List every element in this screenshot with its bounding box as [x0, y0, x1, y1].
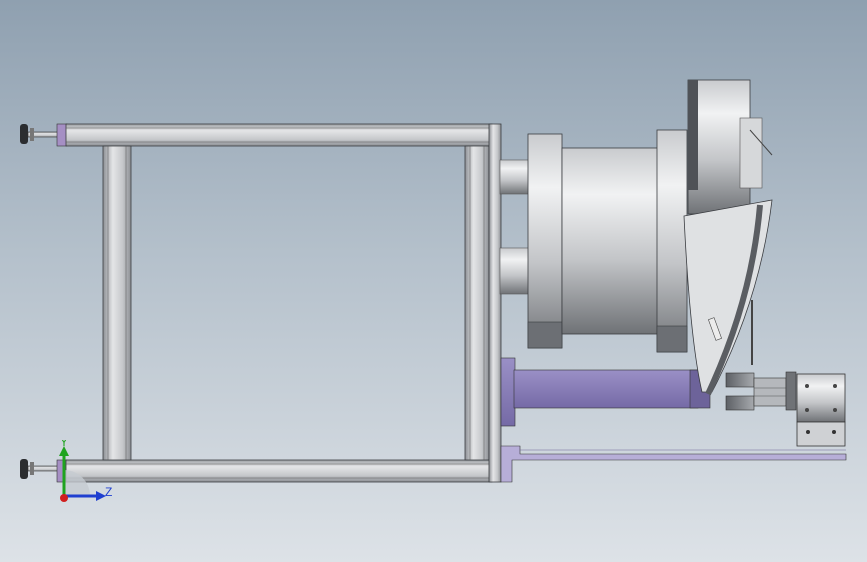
frame-mount-plate	[488, 123, 502, 483]
drum-rear-flange	[656, 129, 688, 353]
coordinate-triad: Y Z	[59, 440, 112, 502]
assembly-model[interactable]	[0, 0, 867, 562]
frame-bottom-rail	[65, 459, 493, 483]
drum-flange	[527, 133, 563, 349]
frame-top-rail	[65, 123, 493, 147]
motor-housing	[687, 79, 773, 215]
pneumatic-cylinder	[796, 373, 846, 447]
curved-guide	[683, 199, 773, 396]
purple-bracket	[500, 357, 711, 427]
frame-right-post	[464, 145, 490, 461]
z-axis-label: Z	[105, 485, 112, 499]
frame-left-end-caps	[56, 123, 68, 483]
x-axis-dot	[60, 494, 68, 502]
frame-left-post	[102, 145, 132, 461]
drum-body	[561, 147, 663, 335]
cad-viewport[interactable]: Y Z	[0, 0, 867, 562]
y-axis-label: Y	[60, 440, 68, 449]
gripper-assembly	[725, 371, 797, 411]
drum-shafts	[499, 159, 531, 295]
purple-base-rail	[500, 445, 847, 483]
leveling-foot-top	[20, 124, 59, 144]
